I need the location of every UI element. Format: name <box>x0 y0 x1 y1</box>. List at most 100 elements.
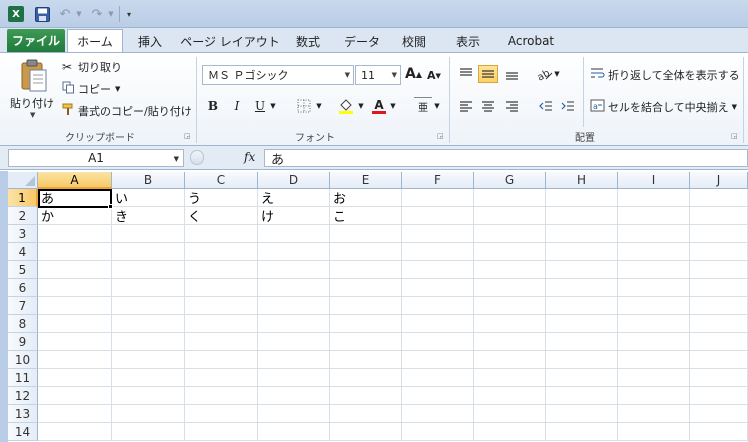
cell-f14[interactable] <box>402 423 474 441</box>
cell-j4[interactable] <box>690 243 748 261</box>
cell-d13[interactable] <box>258 405 330 423</box>
cell-b14[interactable] <box>112 423 185 441</box>
cell-e13[interactable] <box>330 405 402 423</box>
cell-f12[interactable] <box>402 387 474 405</box>
cell-c3[interactable] <box>185 225 258 243</box>
cell-c10[interactable] <box>185 351 258 369</box>
cell-e8[interactable] <box>330 315 402 333</box>
cell-j1[interactable] <box>690 189 748 207</box>
tab-page-layout[interactable]: ページ レイアウト <box>180 30 280 52</box>
row-header-8[interactable]: 8 <box>8 315 38 333</box>
underline-dropdown-icon[interactable]: ▼ <box>268 97 278 115</box>
cell-a10[interactable] <box>38 351 112 369</box>
border-dropdown-icon[interactable]: ▼ <box>314 97 324 115</box>
column-header-j[interactable]: J <box>690 172 748 189</box>
column-header-h[interactable]: H <box>546 172 618 189</box>
cell-h1[interactable] <box>546 189 618 207</box>
cell-i10[interactable] <box>618 351 690 369</box>
font-launcher-icon[interactable]: ◲ <box>437 132 445 140</box>
column-header-d[interactable]: D <box>258 172 330 189</box>
cell-a4[interactable] <box>38 243 112 261</box>
cell-e3[interactable] <box>330 225 402 243</box>
cell-c8[interactable] <box>185 315 258 333</box>
cell-e7[interactable] <box>330 297 402 315</box>
cell-f5[interactable] <box>402 261 474 279</box>
phonetic-dropdown-icon[interactable]: ▼ <box>432 97 442 115</box>
cell-b1[interactable]: い <box>112 189 185 207</box>
cell-a8[interactable] <box>38 315 112 333</box>
row-header-9[interactable]: 9 <box>8 333 38 351</box>
cell-i2[interactable] <box>618 207 690 225</box>
cell-d6[interactable] <box>258 279 330 297</box>
cell-f10[interactable] <box>402 351 474 369</box>
format-painter-button[interactable]: 書式のコピー/貼り付け <box>62 103 192 119</box>
cell-h8[interactable] <box>546 315 618 333</box>
tab-formulas[interactable]: 数式 <box>288 30 328 52</box>
splitter-handle[interactable] <box>190 150 204 165</box>
cell-h14[interactable] <box>546 423 618 441</box>
tab-file[interactable]: ファイル <box>7 29 65 52</box>
cell-h3[interactable] <box>546 225 618 243</box>
row-header-1[interactable]: 1 <box>8 189 38 207</box>
tab-acrobat[interactable]: Acrobat <box>500 30 562 52</box>
cell-b2[interactable]: き <box>112 207 185 225</box>
paste-button[interactable]: 貼り付け <box>10 95 54 111</box>
cell-g9[interactable] <box>474 333 546 351</box>
undo-dropdown-icon[interactable]: ▼ <box>75 6 83 22</box>
align-center-icon[interactable] <box>478 97 498 115</box>
font-name-dropdown-icon[interactable]: ▼ <box>345 71 350 79</box>
merge-center-button[interactable]: a セルを結合して中央揃え ▼ <box>590 99 737 115</box>
cell-d3[interactable] <box>258 225 330 243</box>
cell-g13[interactable] <box>474 405 546 423</box>
cell-e1[interactable]: お <box>330 189 402 207</box>
cell-b11[interactable] <box>112 369 185 387</box>
insert-function-icon[interactable]: fx <box>244 150 255 164</box>
redo-icon[interactable]: ↷ <box>90 6 104 22</box>
orientation-icon[interactable]: ab ▼ <box>534 65 562 83</box>
cell-f2[interactable] <box>402 207 474 225</box>
bold-button[interactable]: B <box>204 97 222 115</box>
cell-h10[interactable] <box>546 351 618 369</box>
row-header-2[interactable]: 2 <box>8 207 38 225</box>
cell-f1[interactable] <box>402 189 474 207</box>
cell-i7[interactable] <box>618 297 690 315</box>
cell-b4[interactable] <box>112 243 185 261</box>
increase-indent-icon[interactable] <box>558 97 578 115</box>
fill-color-dropdown-icon[interactable]: ▼ <box>356 97 366 115</box>
font-color-dropdown-icon[interactable]: ▼ <box>388 97 398 115</box>
cell-b8[interactable] <box>112 315 185 333</box>
fill-handle[interactable] <box>108 204 113 209</box>
cell-e11[interactable] <box>330 369 402 387</box>
border-icon[interactable] <box>294 97 314 115</box>
cell-c9[interactable] <box>185 333 258 351</box>
merge-dropdown-icon[interactable]: ▼ <box>732 103 737 111</box>
cell-i9[interactable] <box>618 333 690 351</box>
cell-i3[interactable] <box>618 225 690 243</box>
cell-f7[interactable] <box>402 297 474 315</box>
name-box-dropdown-icon[interactable]: ▼ <box>174 155 179 163</box>
row-header-12[interactable]: 12 <box>8 387 38 405</box>
cell-g12[interactable] <box>474 387 546 405</box>
customize-toolbar-icon[interactable]: ▾ <box>124 6 134 22</box>
cell-i13[interactable] <box>618 405 690 423</box>
cell-a6[interactable] <box>38 279 112 297</box>
column-header-g[interactable]: G <box>474 172 546 189</box>
row-header-4[interactable]: 4 <box>8 243 38 261</box>
cell-b5[interactable] <box>112 261 185 279</box>
row-header-7[interactable]: 7 <box>8 297 38 315</box>
cell-b3[interactable] <box>112 225 185 243</box>
cell-a1[interactable]: あ <box>38 189 112 207</box>
cell-j9[interactable] <box>690 333 748 351</box>
clipboard-launcher-icon[interactable]: ◲ <box>184 132 192 140</box>
column-header-b[interactable]: B <box>112 172 185 189</box>
cell-c14[interactable] <box>185 423 258 441</box>
cell-d14[interactable] <box>258 423 330 441</box>
cell-c12[interactable] <box>185 387 258 405</box>
row-header-11[interactable]: 11 <box>8 369 38 387</box>
cell-g14[interactable] <box>474 423 546 441</box>
select-all-button[interactable] <box>8 172 38 189</box>
cell-h9[interactable] <box>546 333 618 351</box>
undo-icon[interactable]: ↶ <box>58 6 72 22</box>
wrap-text-button[interactable]: 折り返して全体を表示する <box>590 67 740 83</box>
cell-j10[interactable] <box>690 351 748 369</box>
